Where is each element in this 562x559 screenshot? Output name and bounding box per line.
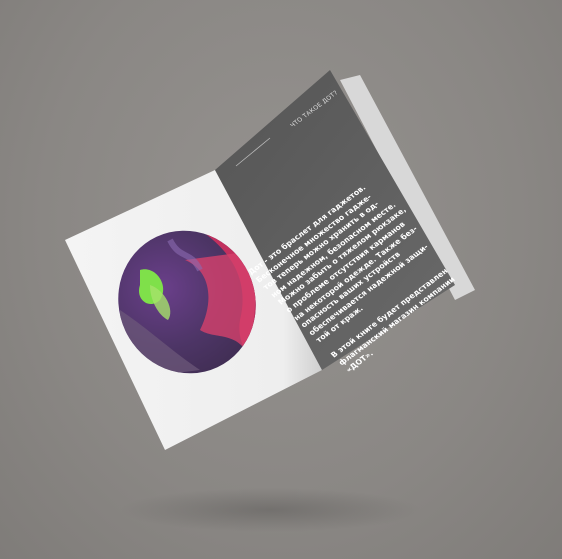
drop-shadow (120, 488, 420, 532)
